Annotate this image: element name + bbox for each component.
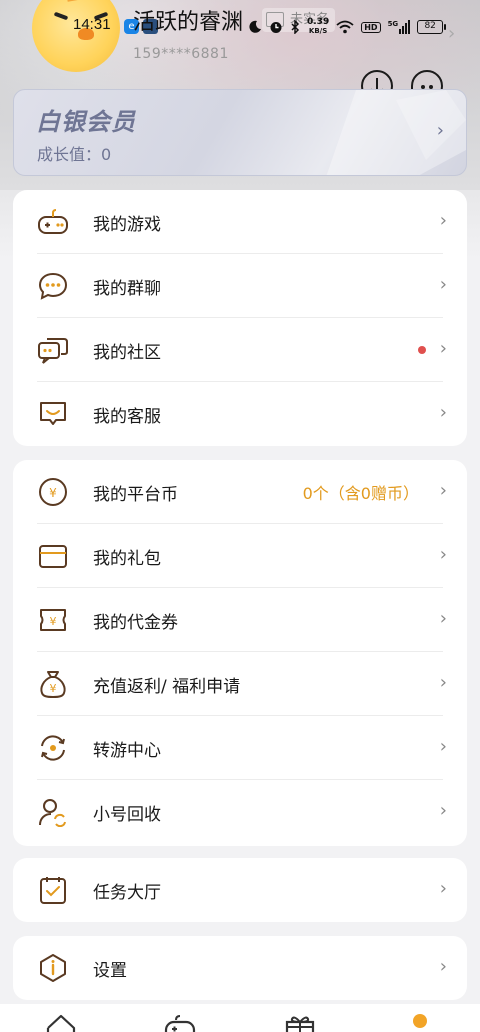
customer-service-icon	[40, 402, 66, 425]
vip-growth-value: 成长值：0	[37, 145, 112, 164]
menu-label: 我的礼包	[93, 549, 161, 569]
chevron-right-icon: ›	[439, 480, 447, 501]
menu-item-my-community[interactable]: 我的社区 ›	[13, 318, 467, 382]
vip-chevron-icon: ›	[436, 120, 444, 141]
menu-label: 我的游戏	[93, 215, 161, 235]
menu-label: 我的社区	[93, 343, 161, 363]
profile-icon[interactable]	[404, 1012, 436, 1032]
status-icons: 0.39 KB/S HD 5G 82	[248, 16, 447, 38]
menu-item-customer-service[interactable]: 我的客服 ›	[13, 382, 467, 446]
signal-label: 5G	[387, 20, 399, 28]
hd-icon: HD	[361, 21, 381, 33]
menu-item-recharge-rebate[interactable]: ¥ 充值返利/ 福利申请 ›	[13, 652, 467, 716]
gamepad-icon	[38, 209, 68, 234]
chevron-right-icon: ›	[439, 274, 447, 295]
coin-balance: 0个（含0赠币）	[302, 484, 419, 503]
chevron-right-icon: ›	[439, 608, 447, 629]
gift-box-icon	[39, 545, 67, 568]
menu-label: 设置	[93, 961, 127, 981]
chevron-right-icon: ›	[439, 878, 447, 899]
chevron-right-icon: ›	[439, 956, 447, 977]
menu-card-1: 我的游戏 › 我的群聊 › 我的社区 › 我的客服 ›	[13, 190, 467, 446]
svg-text:¥: ¥	[50, 615, 57, 628]
menu-item-my-gift-packs[interactable]: 我的礼包 ›	[13, 524, 467, 588]
menu-item-transfer-center[interactable]: 转游中心 ›	[13, 716, 467, 780]
profile-chevron-icon[interactable]: ›	[448, 23, 455, 44]
vip-level-title: 白银会员	[36, 108, 136, 136]
chevron-right-icon: ›	[439, 402, 447, 423]
svg-text:¥: ¥	[50, 682, 57, 695]
menu-card-2: ¥ 我的平台币 0个（含0赠币） › 我的礼包 › ¥ 我的代金券 › ¥ 充值…	[13, 460, 467, 846]
menu-item-task-hall[interactable]: 任务大厅 ›	[13, 858, 467, 922]
menu-item-account-recycle[interactable]: 小号回收 ›	[13, 780, 467, 844]
speed-unit: KB/S	[308, 27, 328, 35]
chevron-right-icon: ›	[439, 544, 447, 565]
community-icon	[38, 338, 68, 364]
status-bar-right: 0.39 KB/S HD 5G 82	[0, 14, 480, 40]
menu-item-settings[interactable]: 设置 ›	[13, 936, 467, 1000]
menu-item-my-group-chats[interactable]: 我的群聊 ›	[13, 254, 467, 318]
menu-item-my-vouchers[interactable]: ¥ 我的代金券 ›	[13, 588, 467, 652]
battery-icon: 82	[417, 20, 447, 34]
menu-card-4: 设置 ›	[13, 936, 467, 1000]
chevron-right-icon: ›	[439, 736, 447, 757]
wifi-icon	[336, 20, 354, 34]
account-recycle-icon	[39, 799, 66, 827]
speed-value: 0.39	[307, 17, 330, 27]
money-bag-icon: ¥	[40, 671, 66, 699]
settings-icon	[40, 954, 66, 982]
menu-label: 我的群聊	[93, 279, 161, 299]
voucher-icon: ¥	[40, 609, 66, 631]
vip-card[interactable]: 白银会员 成长值：0 ›	[13, 89, 467, 176]
menu-item-my-games[interactable]: 我的游戏 ›	[13, 190, 467, 254]
menu-card-3: 任务大厅 ›	[13, 858, 467, 922]
avatar-crest	[64, 0, 90, 2]
alarm-icon	[270, 22, 282, 33]
menu-item-platform-coins[interactable]: ¥ 我的平台币 0个（含0赠币） ›	[13, 460, 467, 524]
games-icon[interactable]	[164, 1012, 196, 1032]
menu-label: 我的客服	[93, 407, 161, 427]
coin-icon: ¥	[39, 478, 67, 506]
moon-icon	[249, 20, 261, 33]
battery-level: 82	[417, 20, 444, 34]
bottom-nav	[0, 1004, 480, 1032]
menu-label: 充值返利/ 福利申请	[93, 677, 241, 697]
chevron-right-icon: ›	[439, 338, 447, 359]
menu-label: 小号回收	[93, 805, 161, 825]
chevron-right-icon: ›	[439, 672, 447, 693]
vip-card-decoration	[326, 90, 466, 175]
chevron-right-icon: ›	[439, 210, 447, 231]
unread-dot	[418, 346, 426, 354]
menu-label: 转游中心	[93, 741, 161, 761]
transfer-icon	[41, 735, 65, 761]
home-icon[interactable]	[45, 1012, 77, 1032]
chat-bubble-icon	[38, 272, 68, 300]
signal-icon: 5G	[388, 20, 411, 34]
menu-label: 我的平台币	[93, 485, 178, 505]
menu-label: 任务大厅	[93, 883, 161, 903]
menu-label: 我的代金券	[93, 613, 178, 633]
phone-number: 159****6881	[133, 46, 229, 62]
network-speed: 0.39 KB/S	[307, 18, 329, 36]
chevron-right-icon: ›	[439, 800, 447, 821]
gift-icon[interactable]	[284, 1012, 316, 1032]
svg-text:¥: ¥	[49, 486, 57, 500]
bluetooth-icon	[291, 20, 300, 34]
task-checklist-icon	[40, 877, 66, 904]
